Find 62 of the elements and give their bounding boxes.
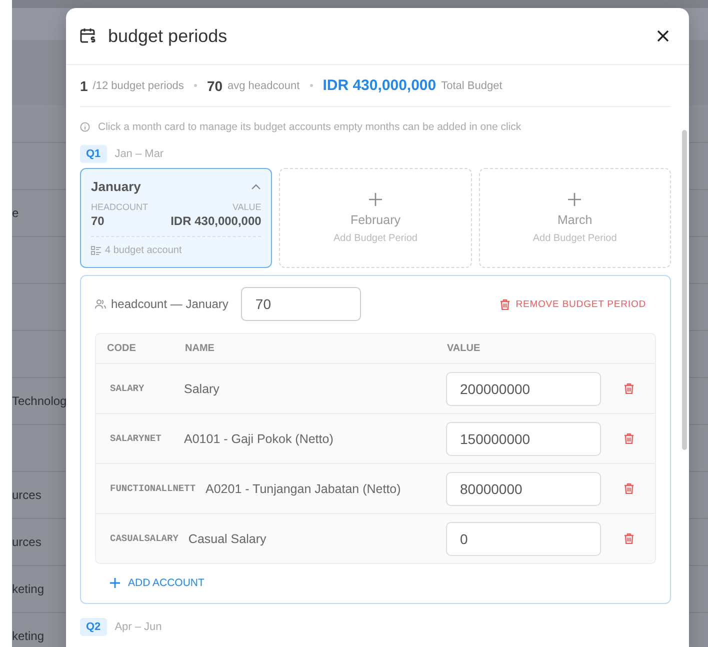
account-name: Casual Salary [188,532,266,546]
period-count-label: /12 budget periods [92,80,184,92]
list-item-text: urces [12,488,42,502]
trash-icon [624,483,634,494]
hint-text: Click a month card to manage its budget accounts empty months can be added in one click [98,121,522,133]
value-input[interactable]: 80000000 [446,472,601,506]
account-name: A0201 - Tunjangan Jabatan (Netto) [206,482,401,496]
account-name: Salary [184,382,220,396]
list-item-text: e [12,206,19,220]
plus-icon [568,192,582,206]
value-input[interactable]: 0 [446,522,601,556]
headcount-input[interactable]: 70 [241,287,362,321]
chevron-icon[interactable] [251,184,262,190]
month-value: IDR 430,000,000 [170,214,262,228]
month-name: February [350,212,400,226]
account-code: FUNCTIONALLNETT [110,483,196,494]
month-headcount: 70 [91,214,104,228]
list-item-text: keting [12,629,44,643]
add-account-button[interactable]: ADD ACCOUNT [95,577,204,589]
list-item-text: Technolog [12,394,67,408]
account-name: A0101 - Gaji Pokok (Netto) [184,432,334,446]
quarter-range: Apr – Jun [114,621,162,633]
quarter-badge: Q2 [80,618,107,636]
column-header: VALUE [447,343,480,354]
month-name: March [557,212,592,226]
column-header: NAME [185,343,216,354]
value-input[interactable]: 150000000 [446,422,601,456]
list-icon [91,246,101,255]
account-count: 4 budget account [105,245,182,256]
headcount-field-label: headcount — January [111,297,228,311]
account-code: SALARYNET [110,433,162,444]
trash-icon [624,533,634,544]
value-input[interactable]: 200000000 [446,372,601,406]
value-caption: VALUE [232,202,262,212]
dialog-title: budget periods [108,26,228,46]
list-item-text: urces [12,535,42,549]
account-code: SALARY [110,383,146,394]
scrollbar[interactable] [682,130,687,450]
plus-icon [368,192,382,206]
trash-icon [624,433,634,444]
quarter-badge: Q1 [80,145,107,163]
add-period-text: Add Budget Period [532,232,617,244]
plus-icon [110,578,120,588]
add-period-text: Add Budget Period [334,232,418,244]
headcount-label: avg headcount [228,80,300,92]
account-code: CASUALSALARY [110,533,178,544]
headcount-value: 70 [206,78,223,94]
headcount-caption: HEADCOUNT [91,202,148,212]
total-budget-label: Total Budget [441,80,502,92]
month-card[interactable]: January HEADCOUNT VALUE 70 IDR 430,000,000 4 budget account [80,168,272,268]
trash-icon [624,383,634,394]
close-icon[interactable] [657,30,669,42]
trash-icon [500,298,510,310]
total-budget-value: IDR 430,000,000 [322,77,436,94]
quarter-range: Jan – Mar [114,148,164,160]
list-item-text: keting [12,582,44,596]
column-header: CODE [107,343,137,354]
period-count: 1 [80,78,88,94]
month-name: January [91,179,141,194]
calendar-dollar-icon [79,27,97,45]
people-icon [95,299,106,309]
info-icon [80,122,90,132]
